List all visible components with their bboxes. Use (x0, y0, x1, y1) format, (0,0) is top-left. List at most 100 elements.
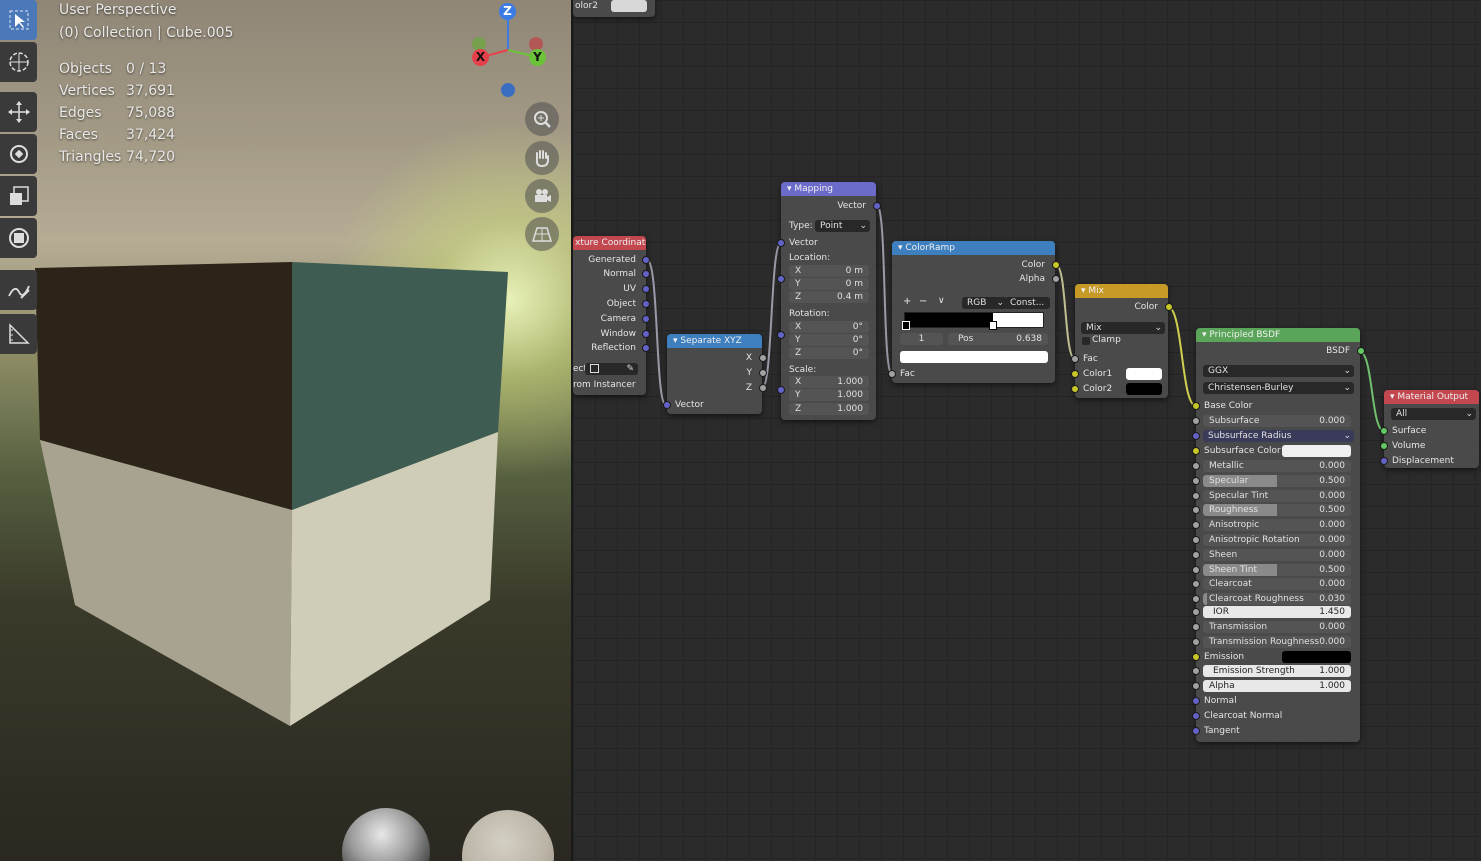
gizmo-x-axis[interactable]: X (472, 49, 489, 66)
socket-volume-in[interactable] (1380, 442, 1388, 450)
location-z-field[interactable]: Z 0.4 m (789, 291, 869, 303)
socket-normal[interactable] (642, 270, 650, 278)
socket-color-out[interactable] (1052, 261, 1060, 269)
socket-x[interactable] (759, 354, 767, 362)
zoom-view-button[interactable] (525, 102, 559, 136)
principled-bsdf-node[interactable]: ▾ Principled BSDF BSDF GGX ⌄ Christensen-… (1192, 328, 1365, 742)
partial-color-swatch[interactable] (611, 0, 647, 12)
texture-coordinate-node[interactable]: xture Coordinate Generated Normal UV Obj… (573, 236, 650, 395)
param-anisotropic-field[interactable]: Anisotropic 0.000 (1203, 519, 1351, 531)
socket-color2-in[interactable] (1071, 385, 1079, 393)
subsurface-field[interactable]: Subsurface 0.000 (1203, 415, 1351, 427)
socket-subsurface[interactable] (1192, 417, 1200, 425)
scale-y-field[interactable]: Y 1.000 (789, 389, 869, 401)
emission-strength-field[interactable]: Emission Strength 1.000 (1203, 665, 1351, 677)
socket-color-out[interactable] (1165, 303, 1173, 311)
transmission-roughness-field[interactable]: Transmission Roughness 0.000 (1203, 636, 1351, 648)
param-roughness-field[interactable]: Roughness 0.500 (1203, 504, 1351, 516)
socket-color1-in[interactable] (1071, 370, 1079, 378)
param-anisotropic-rotation-field[interactable]: Anisotropic Rotation 0.000 (1203, 534, 1351, 546)
socket-specular[interactable] (1192, 477, 1200, 485)
add-stop-button[interactable]: + (903, 296, 911, 307)
3d-viewport[interactable]: User Perspective (0) Collection | Cube.0… (0, 0, 571, 861)
socket-vector-in[interactable] (777, 239, 785, 247)
rotation-x-field[interactable]: X 0° (789, 321, 869, 333)
material-output-node[interactable]: ▾ Material Output All ⌄ Surface Volume Di… (1380, 390, 1479, 468)
separate-xyz-header[interactable]: ▾ Separate XYZ (667, 334, 762, 348)
socket-clearcoat-normal[interactable] (1192, 712, 1200, 720)
socket-location[interactable] (777, 275, 785, 283)
annotate-tool-button[interactable] (0, 270, 37, 310)
color-mode-dropdown[interactable]: RGB ⌄ (962, 297, 1007, 309)
subsurface-radius-field[interactable]: Subsurface Radius ⌄ (1203, 430, 1354, 442)
color1-swatch[interactable] (1126, 368, 1162, 380)
socket-subsurface-color[interactable] (1192, 447, 1200, 455)
pan-view-button[interactable] (525, 141, 559, 175)
mix-rgb-node[interactable]: ▾ Mix Color Mix ⌄ Clamp Fac Color1 Color2 (1071, 284, 1173, 398)
select-tool-button[interactable] (0, 0, 37, 40)
param-specular-field[interactable]: Specular 0.500 (1203, 475, 1351, 487)
shader-node-editor[interactable]: olor2 xture Coordinate Generated Normal … (571, 0, 1481, 861)
socket-displacement-in[interactable] (1380, 457, 1388, 465)
blend-mode-dropdown[interactable]: Mix ⌄ (1081, 322, 1165, 334)
type-dropdown[interactable]: Point ⌄ (815, 220, 870, 232)
emission-color-swatch[interactable] (1282, 651, 1351, 663)
color-ramp-bar[interactable] (904, 312, 1044, 328)
socket-normal[interactable] (1192, 697, 1200, 705)
socket-surface-in[interactable] (1380, 427, 1388, 435)
socket-bsdf-out[interactable] (1357, 347, 1365, 355)
param-sheen-field[interactable]: Sheen 0.000 (1203, 549, 1351, 561)
ramp-stop-1-handle[interactable] (989, 321, 998, 330)
rotation-z-field[interactable]: Z 0° (789, 347, 869, 359)
separate-xyz-node[interactable]: ▾ Separate XYZ X Y Z Vector (663, 334, 767, 414)
socket-reflection[interactable] (642, 344, 650, 352)
param-clearcoat-field[interactable]: Clearcoat 0.000 (1203, 578, 1351, 590)
colorramp-header[interactable]: ▾ ColorRamp (892, 241, 1055, 255)
cursor-tool-button[interactable] (0, 42, 37, 82)
socket-rotation[interactable] (777, 331, 785, 339)
partial-node-top[interactable]: olor2 (573, 0, 655, 17)
scale-x-field[interactable]: X 1.000 (789, 376, 869, 388)
object-picker-field[interactable]: ✎ (585, 363, 638, 375)
socket-roughness[interactable] (1192, 506, 1200, 514)
socket-transmission[interactable] (1192, 623, 1200, 631)
param-clearcoat-roughness-field[interactable]: Clearcoat Roughness 0.030 (1203, 593, 1351, 605)
texture-coordinate-header[interactable]: xture Coordinate (573, 236, 646, 250)
transmission-field[interactable]: Transmission 0.000 (1203, 621, 1351, 633)
from-instancer-checkbox-label[interactable]: rom Instancer (573, 378, 646, 392)
location-x-field[interactable]: X 0 m (789, 265, 869, 277)
eyedropper-icon[interactable]: ✎ (626, 363, 634, 375)
gizmo-z-axis[interactable]: Z (499, 3, 516, 20)
color2-swatch[interactable] (1126, 383, 1162, 395)
subsurface-color-swatch[interactable] (1282, 445, 1351, 457)
socket-y[interactable] (759, 369, 767, 377)
stop-color-swatch[interactable] (900, 351, 1048, 363)
socket-window[interactable] (642, 330, 650, 338)
param-metallic-field[interactable]: Metallic 0.000 (1203, 460, 1351, 472)
socket-alpha[interactable] (1192, 682, 1200, 690)
stop-index-field[interactable]: 1 (900, 333, 943, 345)
socket-vector-out[interactable] (873, 202, 881, 210)
socket-alpha-out[interactable] (1052, 275, 1060, 283)
socket-transmission-roughness[interactable] (1192, 638, 1200, 646)
socket-sheen-tint[interactable] (1192, 566, 1200, 574)
mix-header[interactable]: ▾ Mix (1075, 284, 1168, 298)
socket-clearcoat-roughness[interactable] (1192, 595, 1200, 603)
camera-view-button[interactable] (525, 179, 559, 213)
rotation-y-field[interactable]: Y 0° (789, 334, 869, 346)
orthographic-toggle-button[interactable] (525, 217, 559, 251)
socket-anisotropic-rotation[interactable] (1192, 536, 1200, 544)
socket-fac-in[interactable] (888, 370, 896, 378)
ior-field[interactable]: IOR 1.450 (1203, 606, 1351, 618)
interpolation-dropdown[interactable]: Const... (1005, 297, 1050, 309)
param-sheen-tint-field[interactable]: Sheen Tint 0.500 (1203, 564, 1351, 576)
socket-subsurface-radius[interactable] (1192, 432, 1200, 440)
socket-vector-in[interactable] (663, 401, 671, 409)
mapping-header[interactable]: ▾ Mapping (781, 182, 876, 196)
rotate-tool-button[interactable] (0, 134, 37, 174)
alpha-field[interactable]: Alpha 1.000 (1203, 680, 1351, 692)
mapping-node[interactable]: ▾ Mapping Vector Type: Point ⌄ Vector Loc… (777, 182, 881, 420)
socket-ior[interactable] (1192, 608, 1200, 616)
socket-z[interactable] (759, 384, 767, 392)
distribution-dropdown[interactable]: GGX ⌄ (1203, 365, 1354, 377)
